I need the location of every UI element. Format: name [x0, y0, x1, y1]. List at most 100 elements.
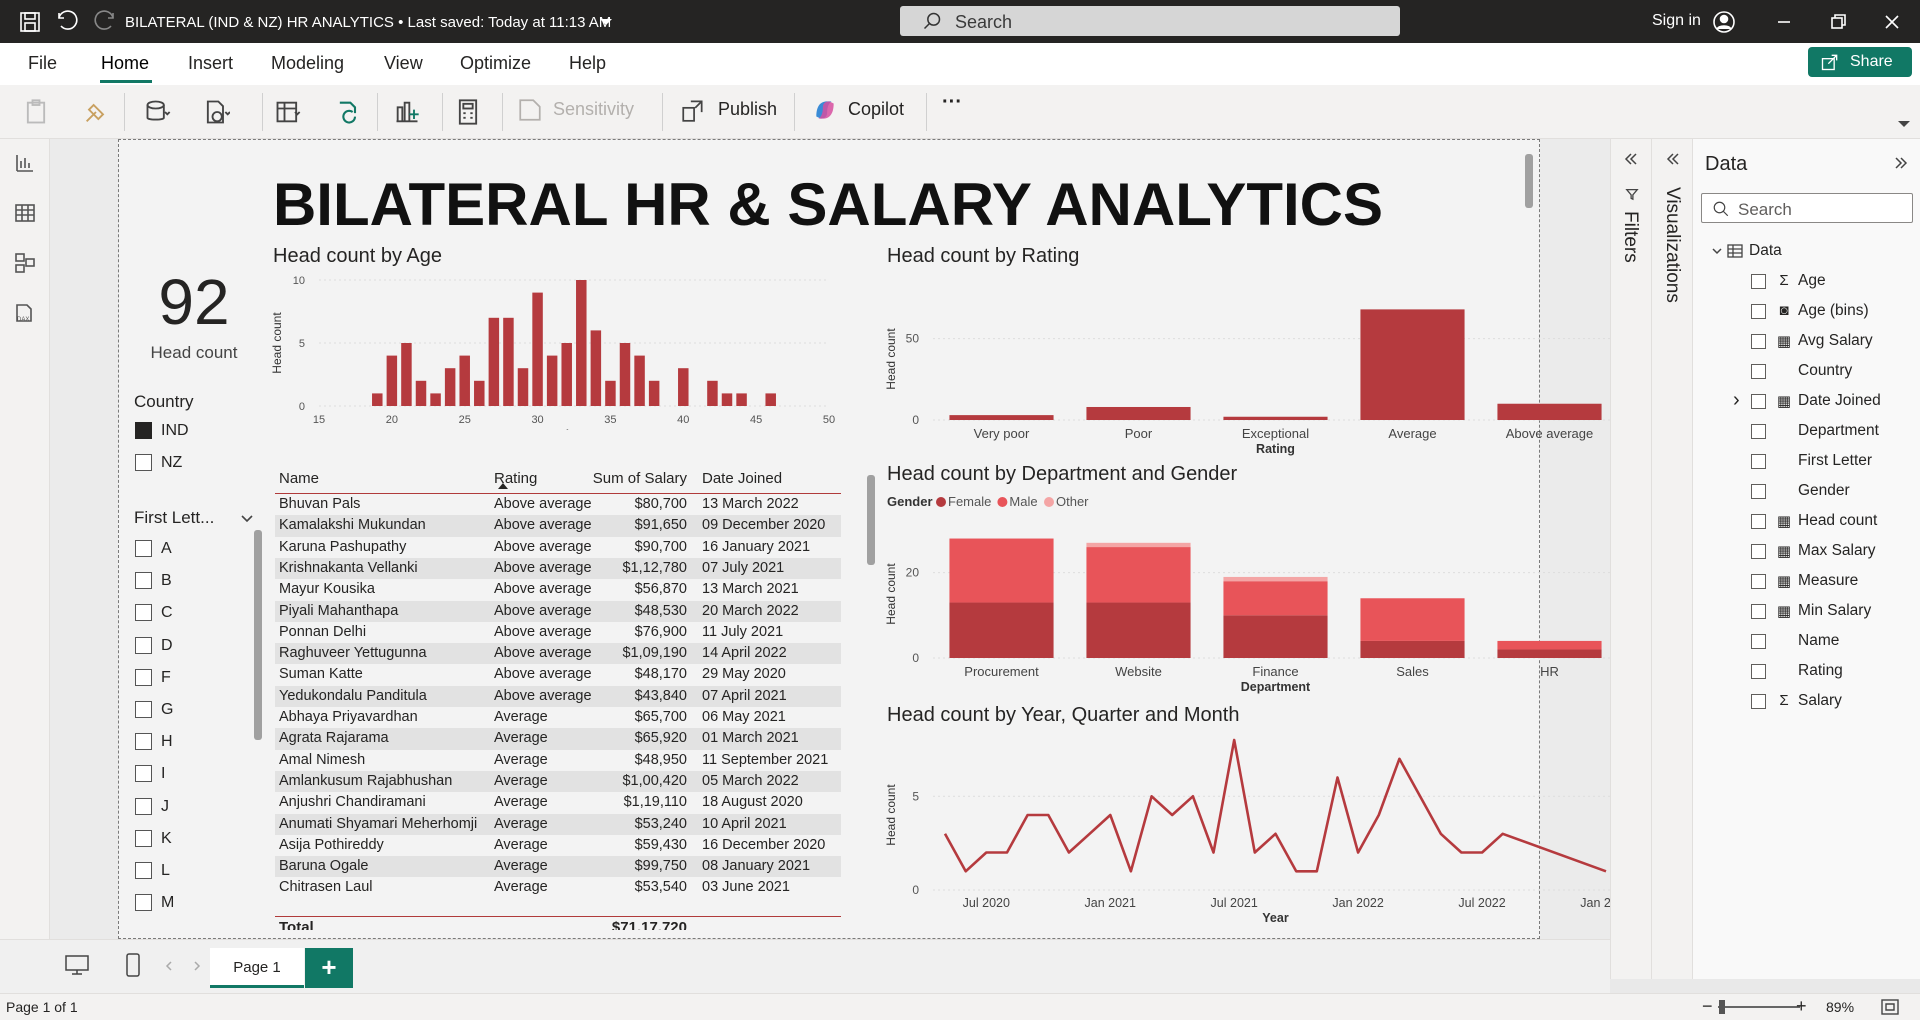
- refresh-icon[interactable]: [334, 97, 362, 127]
- zoom-in-button[interactable]: +: [1796, 996, 1807, 1017]
- menu-modeling[interactable]: Modeling: [271, 53, 344, 74]
- letter-g-checkbox[interactable]: [135, 701, 152, 718]
- field-max-salary[interactable]: ▦ Max Salary: [1693, 539, 1920, 567]
- letter-a-checkbox[interactable]: [135, 540, 152, 557]
- copilot-button[interactable]: Copilot: [812, 97, 912, 127]
- zoom-slider-thumb[interactable]: [1719, 1000, 1725, 1014]
- country-ind-checkbox[interactable]: [135, 422, 152, 439]
- filters-pane-label[interactable]: Filters: [1619, 211, 1641, 263]
- field-checkbox[interactable]: [1751, 334, 1766, 349]
- minimize-icon[interactable]: [1772, 10, 1796, 34]
- field-checkbox[interactable]: [1751, 664, 1766, 679]
- table-row[interactable]: Agrata Rajarama Average $65,920 01 March 20…: [275, 728, 841, 750]
- table-view-icon[interactable]: [13, 201, 37, 225]
- field-gender[interactable]: Gender: [1693, 479, 1920, 507]
- table-row[interactable]: Baruna Ogale Average $99,750 08 January 202…: [275, 856, 841, 878]
- table-row[interactable]: Abhaya Priyavardhan Average $65,700 06 May …: [275, 707, 841, 728]
- add-page-button[interactable]: +: [305, 948, 353, 988]
- table-row[interactable]: Karuna Pashupathy Above average $90,700 16 …: [275, 537, 841, 558]
- chevron-down-icon[interactable]: [239, 510, 255, 526]
- chevron-down-icon[interactable]: [600, 19, 612, 25]
- field-salary[interactable]: Σ Salary: [1693, 689, 1920, 717]
- field-department[interactable]: Department: [1693, 419, 1920, 447]
- letter-m-label[interactable]: M: [161, 894, 174, 912]
- zoom-slider[interactable]: [1718, 1006, 1800, 1008]
- data-search-input[interactable]: Search: [1701, 193, 1913, 223]
- letter-i-label[interactable]: I: [161, 765, 165, 783]
- letter-d-checkbox[interactable]: [135, 636, 152, 654]
- header-name[interactable]: Name: [279, 470, 319, 487]
- field-age[interactable]: Σ Age: [1693, 269, 1920, 297]
- timeline-chart[interactable]: 0 5 Jul 2020 Jan 2021 Jul 2021 Jan 2022 Jul 20…: [883, 730, 1653, 935]
- field-checkbox[interactable]: [1751, 574, 1766, 589]
- table-scrollbar[interactable]: [867, 475, 875, 565]
- letter-c-checkbox[interactable]: [135, 604, 152, 622]
- account-icon[interactable]: [1712, 10, 1736, 34]
- field-first-letter[interactable]: First Letter: [1693, 449, 1920, 477]
- publish-button[interactable]: Publish: [680, 97, 780, 127]
- field-head-count[interactable]: ▦ Head count: [1693, 509, 1920, 537]
- letter-f-checkbox[interactable]: [135, 668, 152, 686]
- menu-insert[interactable]: Insert: [188, 53, 233, 74]
- rating-chart[interactable]: 0 50 Very poor Poor Exceptional Average Above …: [883, 280, 1653, 470]
- field-rating[interactable]: Rating: [1693, 659, 1920, 687]
- menu-view[interactable]: View: [384, 53, 423, 74]
- calculator-icon[interactable]: [454, 97, 482, 127]
- paste-icon[interactable]: [22, 97, 50, 127]
- field-avg-salary[interactable]: ▦ Avg Salary: [1693, 329, 1920, 357]
- menu-help[interactable]: Help: [569, 53, 606, 74]
- table-row[interactable]: Bhuvan Pals Above average $80,700 13 March …: [275, 494, 841, 515]
- get-data-icon[interactable]: [144, 97, 172, 127]
- more-options-button[interactable]: ···: [942, 91, 962, 121]
- letter-l-checkbox[interactable]: [135, 862, 152, 879]
- letter-j-label[interactable]: J: [161, 798, 169, 816]
- field-checkbox[interactable]: [1751, 634, 1766, 649]
- next-page-icon[interactable]: [192, 960, 202, 972]
- desktop-layout-icon[interactable]: [64, 954, 90, 976]
- letter-g-label[interactable]: G: [161, 701, 173, 719]
- share-button[interactable]: Share: [1808, 47, 1912, 77]
- model-view-icon[interactable]: [13, 251, 37, 275]
- table-row[interactable]: Anumati Shyamari Meherhomji Average $53,24…: [275, 813, 841, 835]
- slicer-scrollbar[interactable]: [254, 530, 262, 740]
- restore-icon[interactable]: [1826, 10, 1850, 34]
- sensitivity-button[interactable]: Sensitivity: [517, 97, 651, 127]
- letter-c-label[interactable]: C: [161, 604, 173, 622]
- field-checkbox[interactable]: [1751, 514, 1766, 529]
- letter-b-checkbox[interactable]: [135, 572, 152, 590]
- expand-filters-icon[interactable]: [1623, 151, 1639, 167]
- transform-data-icon[interactable]: [274, 97, 302, 127]
- country-ind-label[interactable]: IND: [161, 422, 189, 440]
- report-view-icon[interactable]: [13, 151, 37, 175]
- letter-f-label[interactable]: F: [161, 669, 171, 687]
- field-min-salary[interactable]: ▦ Min Salary: [1693, 599, 1920, 627]
- header-salary[interactable]: Sum of Salary: [575, 470, 687, 487]
- dax-query-view-icon[interactable]: DAX: [13, 301, 37, 325]
- field-measure[interactable]: ▦ Measure: [1693, 569, 1920, 597]
- table-row[interactable]: Yedukondalu Panditula Above average $43,84…: [275, 685, 841, 707]
- field-country[interactable]: Country: [1693, 359, 1920, 387]
- letter-m-checkbox[interactable]: [135, 894, 152, 912]
- field-checkbox[interactable]: [1751, 544, 1766, 559]
- table-row[interactable]: Amlankusum Rajabhushan Average $1,00,420 05…: [275, 770, 841, 793]
- table-row[interactable]: Piyali Mahanthapa Above average $48,530 20 …: [275, 600, 841, 622]
- letter-b-label[interactable]: B: [161, 572, 172, 590]
- menu-home[interactable]: Home: [101, 53, 149, 74]
- mobile-layout-icon[interactable]: [124, 952, 142, 978]
- letter-k-checkbox[interactable]: [135, 829, 152, 847]
- undo-icon[interactable]: [55, 10, 79, 34]
- field-checkbox[interactable]: [1751, 394, 1766, 409]
- field-age-bins-[interactable]: ◙ Age (bins): [1693, 299, 1920, 327]
- table-row[interactable]: Ponnan Delhi Above average $76,900 11 July …: [275, 622, 841, 643]
- letter-i-checkbox[interactable]: [135, 765, 152, 783]
- field-checkbox[interactable]: [1751, 694, 1766, 709]
- field-date-joined[interactable]: › ▦ Date Joined: [1693, 389, 1920, 417]
- field-name[interactable]: Name: [1693, 629, 1920, 657]
- visualizations-pane-label[interactable]: Visualizations: [1661, 187, 1683, 303]
- field-checkbox[interactable]: [1751, 454, 1766, 469]
- letter-j-checkbox[interactable]: [135, 797, 152, 815]
- redo-icon[interactable]: [93, 10, 117, 34]
- signin-button[interactable]: Sign in: [1652, 12, 1701, 30]
- age-chart[interactable]: 0 5 10 15 20 25 30 35 40 45 50 Age Head count: [269, 270, 849, 430]
- country-nz-checkbox[interactable]: [135, 454, 152, 471]
